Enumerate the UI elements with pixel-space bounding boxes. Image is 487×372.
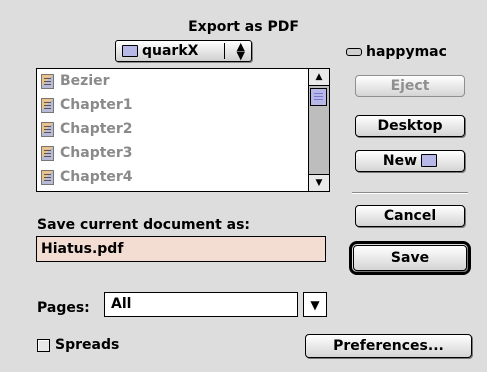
file-name: Chapter4 [60, 169, 133, 185]
document-icon [41, 97, 54, 113]
list-item[interactable]: Chapter2 [41, 119, 133, 139]
file-list[interactable]: Bezier Chapter1 Chapter2 Chapter3 Chapte… [36, 68, 330, 192]
folder-icon [122, 45, 138, 57]
folder-popup-label: quarkX [142, 43, 199, 59]
file-list-rows: Bezier Chapter1 Chapter2 Chapter3 Chapte… [37, 69, 308, 191]
pages-select[interactable]: All [104, 292, 298, 317]
file-name: Chapter1 [60, 97, 133, 113]
dialog-title: Export as PDF [188, 19, 299, 35]
divider [352, 192, 468, 193]
scroll-down-arrow-icon[interactable]: ▼ [309, 174, 329, 191]
spreads-option[interactable]: Spreads [37, 337, 119, 353]
updown-arrows-icon: ▲ ▼ [236, 40, 245, 62]
document-icon [41, 145, 54, 161]
save-as-label: Save current document as: [37, 217, 251, 233]
list-item[interactable]: Chapter1 [41, 95, 133, 115]
file-name: Chapter2 [60, 121, 133, 137]
cancel-button[interactable]: Cancel [355, 205, 465, 227]
popup-separator [224, 43, 225, 59]
scroll-thumb[interactable] [310, 88, 327, 106]
document-icon [41, 121, 54, 137]
folder-popup-menu[interactable]: quarkX ▲ ▼ [115, 40, 252, 62]
export-pdf-dialog: Export as PDF quarkX ▲ ▼ happymac Bezier … [0, 0, 487, 372]
list-item[interactable]: Chapter4 [41, 167, 133, 187]
list-item[interactable]: Chapter3 [41, 143, 133, 163]
pages-dropdown-arrow-icon[interactable]: ▼ [303, 292, 327, 317]
disk-icon [346, 48, 362, 56]
disk-name: happymac [346, 44, 447, 60]
scroll-up-arrow-icon[interactable]: ▲ [309, 69, 329, 86]
filename-field[interactable]: Hiatus.pdf [36, 236, 326, 262]
desktop-button[interactable]: Desktop [355, 115, 465, 137]
spreads-checkbox[interactable] [37, 338, 50, 352]
save-button[interactable]: Save [353, 245, 467, 271]
document-icon [41, 73, 54, 89]
new-folder-button[interactable]: New [355, 150, 465, 172]
pages-label: Pages: [37, 300, 90, 316]
file-list-scrollbar[interactable]: ▲ ▼ [308, 69, 329, 191]
spreads-label: Spreads [55, 337, 120, 353]
document-icon [41, 169, 54, 185]
eject-button[interactable]: Eject [355, 75, 465, 97]
file-name: Chapter3 [60, 145, 133, 161]
disk-name-label: happymac [366, 44, 447, 60]
file-name: Bezier [60, 73, 110, 89]
new-folder-label: New [382, 153, 418, 169]
list-item[interactable]: Bezier [41, 71, 110, 91]
preferences-button[interactable]: Preferences... [305, 334, 472, 358]
new-folder-icon [421, 154, 438, 167]
